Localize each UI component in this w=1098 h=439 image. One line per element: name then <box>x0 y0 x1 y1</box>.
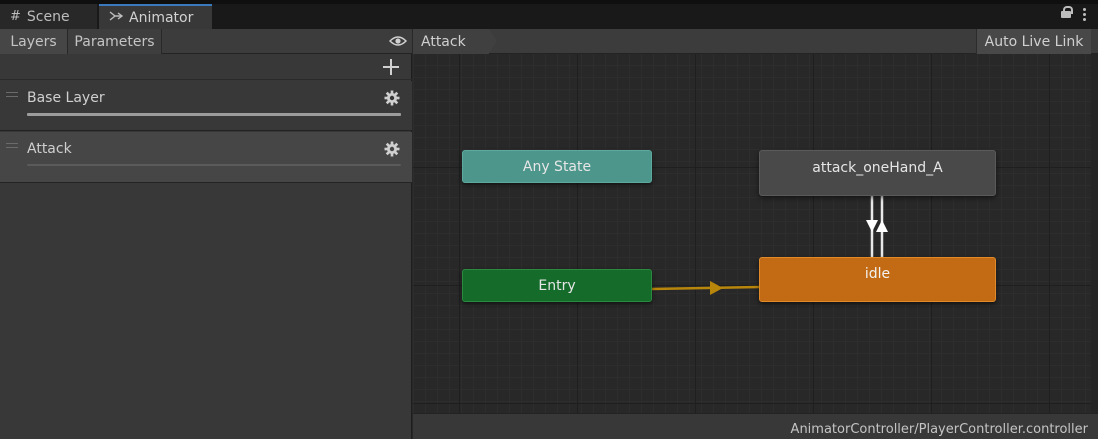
layer-weight-bar <box>27 113 401 116</box>
more-menu-icon[interactable] <box>1083 8 1086 21</box>
layer-name: Base Layer <box>27 90 105 106</box>
layers-panel: Layers Parameters Base Layer Attack <box>0 29 412 439</box>
controller-path: AnimatorController/PlayerController.cont… <box>790 422 1088 437</box>
add-layer-icon[interactable] <box>382 58 400 76</box>
layer-name: Attack <box>27 141 72 157</box>
gear-icon[interactable] <box>384 141 400 157</box>
layer-item-base[interactable]: Base Layer <box>0 81 412 131</box>
graph-toolbar: Attack Auto Live Link <box>413 29 1098 54</box>
drag-handle-icon[interactable] <box>6 92 18 97</box>
layers-toolbar: Layers Parameters <box>0 29 412 54</box>
idle-state-node[interactable]: idle <box>759 257 996 302</box>
auto-live-link-button[interactable]: Auto Live Link <box>976 29 1091 54</box>
drag-handle-icon[interactable] <box>6 143 18 148</box>
grid-icon: # <box>10 9 21 24</box>
transition-arrows <box>651 196 888 295</box>
lock-icon[interactable] <box>1061 6 1073 18</box>
entry-transition-arrowhead <box>710 281 723 295</box>
tab-animator-label: Animator <box>129 9 194 26</box>
tab-scene-label: Scene <box>26 8 70 25</box>
attack-to-idle-arrowhead <box>866 220 878 232</box>
status-bar: AnimatorController/PlayerController.cont… <box>413 413 1098 439</box>
tab-animator[interactable]: Animator <box>99 4 212 29</box>
eye-icon[interactable] <box>389 35 407 47</box>
attack-state-node[interactable]: attack_oneHand_A <box>759 150 996 196</box>
animator-icon <box>109 10 124 26</box>
layer-weight-bar <box>27 164 401 166</box>
state-machine-graph[interactable]: Attack Auto Live Link Any State Entry at… <box>413 29 1098 439</box>
entry-node[interactable]: Entry <box>462 269 652 302</box>
window-tab-bar: # Scene Animator <box>0 0 1098 29</box>
idle-to-attack-arrowhead <box>876 220 888 232</box>
any-state-node[interactable]: Any State <box>462 150 652 183</box>
layer-item-attack[interactable]: Attack <box>0 132 412 183</box>
tab-scene[interactable]: # Scene <box>0 4 97 29</box>
breadcrumb[interactable]: Attack <box>413 29 497 54</box>
gear-icon[interactable] <box>384 90 400 106</box>
layers-tab-button[interactable]: Layers <box>0 29 68 54</box>
graph-scrollbar[interactable] <box>1091 54 1098 413</box>
parameters-tab-button[interactable]: Parameters <box>68 29 162 54</box>
entry-to-idle-transition <box>651 285 760 291</box>
add-layer-row <box>0 54 412 80</box>
